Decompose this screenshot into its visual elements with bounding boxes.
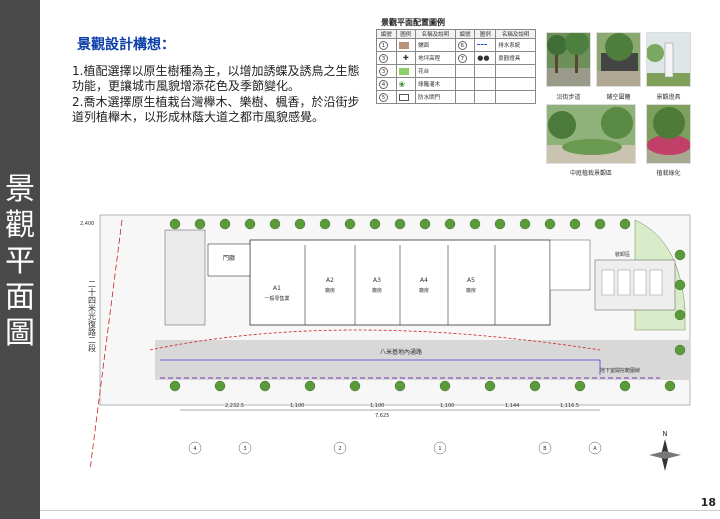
legend-number: 3 <box>379 66 388 76</box>
footer-rule <box>40 510 720 511</box>
legend-header: 編號 <box>454 29 476 39</box>
legend-header: 名稱及說明 <box>495 29 536 39</box>
legend-name: 排水系統 <box>495 38 536 52</box>
legend-number: 3 <box>379 53 388 63</box>
legend-name: 景觀燈具 <box>495 51 536 65</box>
legend-header-row: 編號 圖例 名稱及說明 編號 圖例 名稱及說明 <box>376 29 536 39</box>
side-title-char: 平 <box>5 244 35 279</box>
flood-gate-icon <box>398 93 409 101</box>
legend-number: 5 <box>379 92 388 102</box>
grid-number: 2 <box>338 446 341 452</box>
unit-id: A3 <box>373 277 381 284</box>
legend-header: 名稱及說明 <box>415 29 456 39</box>
side-title-char: 景 <box>5 172 35 207</box>
legend-number: 4 <box>379 79 388 89</box>
unit-label: 廠房 <box>419 287 429 294</box>
paving-swatch-icon <box>398 41 409 49</box>
grid-number: 3 <box>243 446 246 452</box>
concept-heading: 景觀設計構想： <box>77 37 175 53</box>
photo-caption: 植栽綠化 <box>656 170 681 177</box>
dimension-label: 7,625 <box>375 413 389 419</box>
concept-item: 1.植配選擇以原生樹種為主，以增加誘蝶及誘鳥之生態功能，更讓城市風貌增添花色及季… <box>72 64 360 93</box>
side-title-char: 面 <box>5 280 35 315</box>
dimension-label: 2,232.5 <box>225 403 244 409</box>
photo-caption: 中庭植栽景觀區 <box>569 170 612 177</box>
side-title-char: 觀 <box>5 208 35 243</box>
planter-swatch-icon <box>398 67 409 75</box>
photo-caption: 沿街步道 <box>556 94 581 101</box>
legend-name: 地坪高程 <box>415 51 456 65</box>
svg-text:N: N <box>662 430 667 438</box>
legend-name: 鋪面 <box>415 38 456 52</box>
grid-number: A <box>593 446 597 452</box>
legend-table: 編號 圖例 名稱及說明 編號 圖例 名稱及說明 1 鋪面 6 排水系統 3 ✚ … <box>376 29 536 104</box>
legend-row: 4 ❀ 綠籬灌木 <box>376 77 536 91</box>
unit-label: 廠房 <box>372 287 382 294</box>
greenery-photo <box>646 104 691 164</box>
page-number: 18 <box>700 496 716 509</box>
legend-name: 綠籬灌木 <box>415 77 456 91</box>
legend-header: 編號 <box>376 29 397 39</box>
legend-title: 景觀平面配置圖例 <box>381 18 445 27</box>
grid-bubbles <box>188 441 602 455</box>
page-side-title: 景 觀 平 面 圖 <box>0 172 40 352</box>
legend-row: 5 防水閘門 <box>376 90 536 104</box>
legend-number: 6 <box>457 40 467 50</box>
legend-name: 防水閘門 <box>415 90 456 104</box>
loading-area-label: 裝卸區 <box>615 251 630 258</box>
unit-label: 廠房 <box>325 287 335 294</box>
grid-number: 1 <box>438 446 441 452</box>
lamp-photo <box>646 32 691 87</box>
legend-header: 圖例 <box>474 29 497 39</box>
legend-row: 1 鋪面 6 排水系統 <box>376 38 536 52</box>
shrub-icon: ❀ <box>395 77 417 91</box>
fence-photo <box>596 32 641 87</box>
dimension-label: 1,100 <box>290 403 304 409</box>
grid-number: 4 <box>193 446 196 452</box>
unit-id: A4 <box>420 277 428 284</box>
dimension-label: 1,144 <box>505 403 519 409</box>
concept-list: 1.植配選擇以原生樹種為主，以增加誘蝶及誘鳥之生態功能，更讓城市風貌增添花色及季… <box>72 64 362 126</box>
elevation-marker-icon: ✚ <box>395 51 417 65</box>
dimension-label: 1,116.5 <box>560 403 579 409</box>
site-plan: 門廳 A1 一般零售業 A2 廠房 A3 廠房 A4 廠房 A5 廠房 八米基地… <box>80 214 691 471</box>
unit-label: 一般零售業 <box>264 295 289 302</box>
legend-number: 7 <box>457 53 467 63</box>
unit-id: A5 <box>467 277 475 284</box>
road-label: 二十四米光復路二段 <box>88 280 97 353</box>
unit-id: A2 <box>326 277 334 284</box>
concept-item: 2.喬木選擇原生植栽台灣櫸木、樂樹、楓香，於沿街步道列植櫸木，以形成林蔭大道之都… <box>72 95 360 124</box>
unit-id: A1 <box>273 285 281 292</box>
gate-label: 門廳 <box>223 254 235 262</box>
north-arrow-icon: N <box>649 430 681 471</box>
dimension-label: 1,100 <box>370 403 384 409</box>
photo-caption: 鋪空圍籬 <box>606 94 631 101</box>
street-walkway-photo <box>546 32 591 87</box>
unit-label: 廠房 <box>466 287 476 294</box>
grid-number: B <box>543 446 547 452</box>
dimension-label: 2,400 <box>80 221 94 227</box>
lamp-icon: ●● <box>474 51 497 65</box>
legend-number: 1 <box>379 40 388 50</box>
legend-header: 圖例 <box>395 29 417 39</box>
legend-row: 3 花台 <box>376 64 536 78</box>
courtyard-photo <box>546 104 636 164</box>
legend-name: 花台 <box>415 64 456 78</box>
parking-boundary-label: 地下室開挖範圍線 <box>600 367 640 374</box>
fire-lane-label: 八米基地內通路 <box>380 348 422 356</box>
drain-line-icon <box>477 44 488 45</box>
legend-row: 3 ✚ 地坪高程 7 ●● 景觀燈具 <box>376 51 536 65</box>
side-title-char: 圖 <box>5 316 35 351</box>
photo-caption: 景觀燈具 <box>656 94 681 101</box>
dimension-label: 1,100 <box>440 403 454 409</box>
